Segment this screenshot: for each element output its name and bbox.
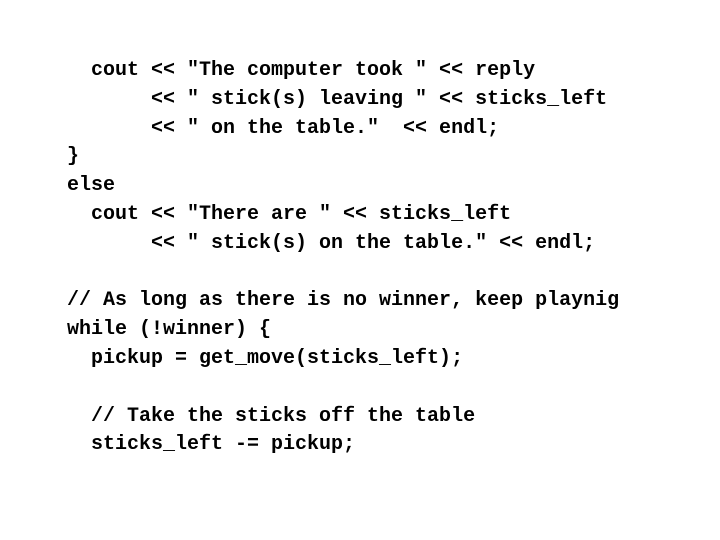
code-line: cout << "There are " << sticks_left xyxy=(67,202,512,226)
code-line: else xyxy=(67,174,116,198)
code-line: while (!winner) { xyxy=(67,318,272,342)
code-line: << " stick(s) on the table." << endl; xyxy=(67,231,596,255)
code-line: cout << "The computer took " << reply xyxy=(67,59,536,82)
code-line: << " stick(s) leaving " << sticks_left xyxy=(67,87,608,111)
code-line: << " on the table." << endl; xyxy=(67,116,500,140)
code-block: cout << "The computer took " << reply <<… xyxy=(67,57,619,460)
code-line: pickup = get_move(sticks_left); xyxy=(67,346,464,370)
comment-line: // As long as there is no winner, keep p… xyxy=(67,289,620,313)
code-line: sticks_left -= pickup; xyxy=(67,433,356,457)
comment-line: // Take the sticks off the table xyxy=(67,404,476,428)
code-line: } xyxy=(67,145,80,169)
